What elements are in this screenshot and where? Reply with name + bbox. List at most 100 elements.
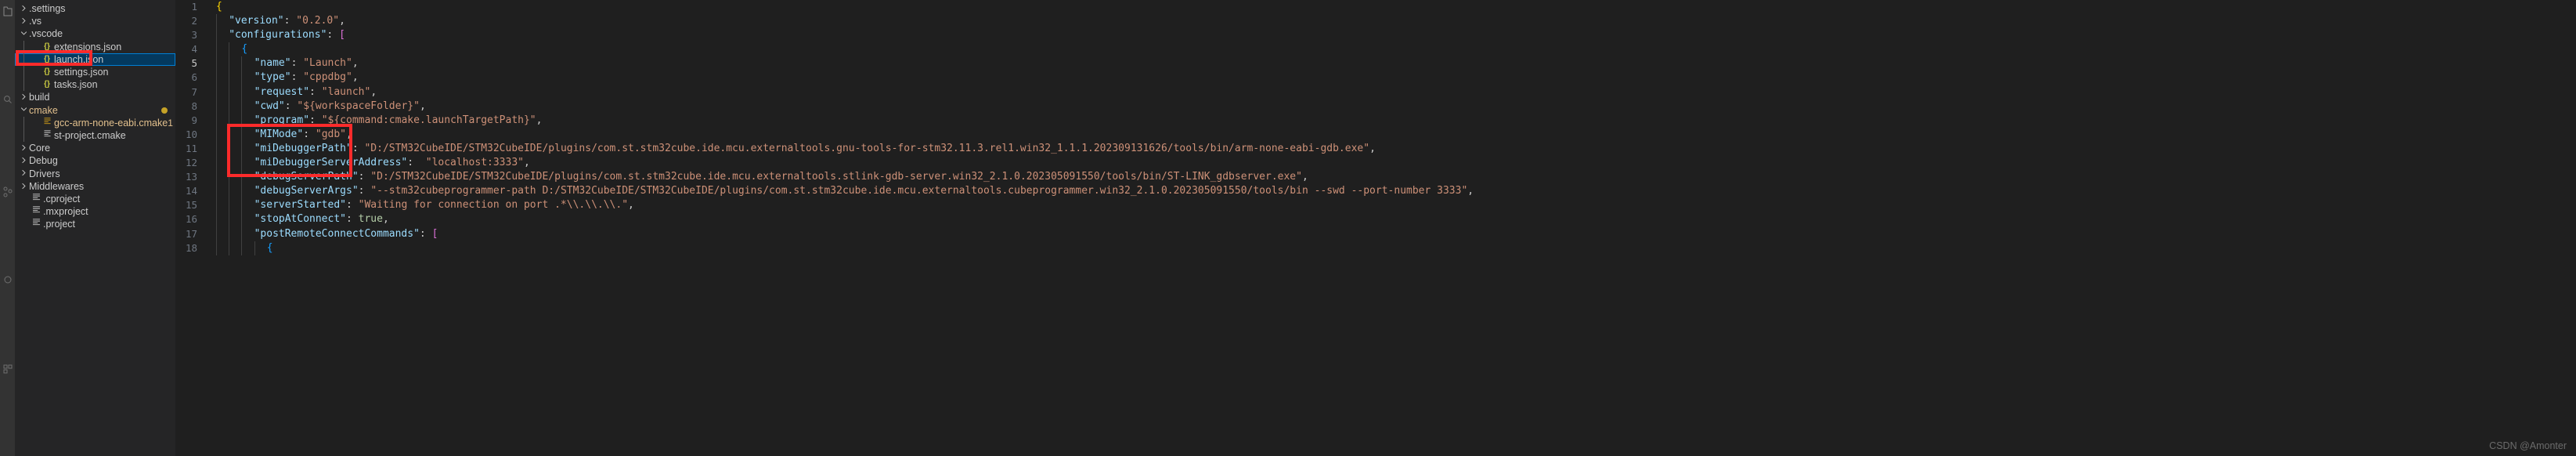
code-line-text[interactable]: "configurations": [ [210,28,2576,43]
code-tokens: "miDebuggerServerAddress": "localhost:33… [254,157,530,168]
code-line-text[interactable]: "miDebuggerPath": "D:/STM32CubeIDE/STM32… [210,141,2576,157]
code-line[interactable]: 10 "MIMode": "gdb", [175,127,2576,142]
chevron-right-icon[interactable] [18,154,29,167]
tree-item-extensions-json[interactable]: {} extensions.json [15,41,175,53]
code-line-text[interactable]: "debugServerArgs": "--stm32cubeprogramme… [210,184,2576,199]
code-token-punc: , [523,157,530,169]
code-line[interactable]: 14 "debugServerArgs": "--stm32cubeprogram… [175,184,2576,199]
indent-guide [216,156,217,171]
code-line-text[interactable]: "cwd": "${workspaceFolder}", [210,99,2576,114]
indent-guide [241,113,243,128]
code-token-str: "Launch" [303,57,352,70]
code-tokens: "type": "cppdbg", [254,71,359,83]
run-debug-icon[interactable] [3,274,13,285]
code-line[interactable]: 13 "debugServerPath": "D:/STM32CubeIDE/ST… [175,170,2576,185]
code-line[interactable]: 7 "request": "launch", [175,85,2576,100]
chevron-right-icon[interactable] [18,142,29,154]
code-content[interactable]: 1{2 "version": "0.2.0", 3 "configurations":… [175,0,2576,456]
code-tokens: { [241,43,247,55]
indent-guide [216,226,217,241]
code-line[interactable]: 11 "miDebuggerPath": "D:/STM32CubeIDE/STM… [175,141,2576,157]
tree-item-label: settings.json [54,67,109,78]
file-icon [29,218,43,230]
chevron-right-icon[interactable] [18,15,29,27]
explorer-sidebar[interactable]: .settings .vs .vscode {} extensions.json {} la… [15,0,175,456]
indent-guide [241,99,243,114]
tree-item-st-project-cmake[interactable]: st-project.cmake [15,129,175,142]
tree-item-cproject[interactable]: .cproject [15,193,175,205]
code-token-punc: : [352,142,365,154]
code-line[interactable]: 1{ [175,0,2576,14]
chevron-down-icon[interactable] [18,27,29,40]
tree-item-mxproject[interactable]: .mxproject [15,205,175,218]
code-line[interactable]: 3 "configurations": [ [175,28,2576,43]
code-line[interactable]: 6 "type": "cppdbg", [175,71,2576,85]
code-line-text[interactable]: "request": "launch", [210,85,2576,100]
explorer-icon[interactable] [3,6,13,17]
cmake-file-icon [40,129,54,142]
search-icon[interactable] [3,94,13,105]
chevron-down-icon[interactable] [18,104,29,117]
tree-item-launch-json[interactable]: {} launch.json [15,52,175,66]
code-line[interactable]: 18 { [175,241,2576,255]
tree-item-build[interactable]: build [15,91,175,103]
code-line[interactable]: 5 "name": "Launch", [175,56,2576,71]
code-line-text[interactable]: "program": "${command:cmake.launchTarget… [210,113,2576,128]
chevron-right-icon[interactable] [18,2,29,15]
code-tokens: "version": "0.2.0", [229,15,345,27]
code-line-text[interactable]: "MIMode": "gdb", [210,127,2576,142]
tree-item-project[interactable]: .project [15,218,175,230]
code-line[interactable]: 15 "serverStarted": "Waiting for connecti… [175,198,2576,213]
tree-item-drivers[interactable]: Drivers [15,168,175,180]
code-line-text[interactable]: "stopAtConnect": true, [210,212,2576,227]
code-line[interactable]: 9 "program": "${command:cmake.launchTarge… [175,113,2576,128]
tree-item-label: gcc-arm-none-eabi.cmake [54,117,168,128]
indent-guide [216,212,217,227]
tree-item-gcc-arm-none-eabi-cmake[interactable]: gcc-arm-none-eabi.cmake 1 [15,117,175,129]
code-token-str: "0.2.0" [296,15,340,27]
tree-item-tasks-json[interactable]: {} tasks.json [15,78,175,91]
line-number: 8 [191,100,197,112]
tree-item-settings[interactable]: .settings [15,2,175,15]
code-line[interactable]: 8 "cwd": "${workspaceFolder}", [175,99,2576,114]
line-number: 14 [185,185,197,197]
tree-item-settings-json[interactable]: {} settings.json [15,66,175,78]
chevron-right-icon[interactable] [18,180,29,193]
tree-item-core[interactable]: Core [15,142,175,154]
activity-bar[interactable] [0,0,15,456]
tree-item-vscode[interactable]: .vscode [15,27,175,40]
json-file-icon: {} [44,80,50,89]
code-token-punc: , [339,15,345,27]
code-line-text[interactable]: "serverStarted": "Waiting for connection… [210,198,2576,213]
chevron-right-icon[interactable] [18,91,29,103]
chevron-right-icon[interactable] [18,168,29,180]
code-line-text[interactable]: "type": "cppdbg", [210,71,2576,85]
code-line[interactable]: 4{ [175,42,2576,57]
code-line[interactable]: 12 "miDebuggerServerAddress": "localhost:… [175,156,2576,171]
code-token-punc: : [419,227,432,240]
indent-guide [216,184,217,199]
extensions-icon[interactable] [3,364,13,375]
tree-item-middlewares[interactable]: Middlewares [15,180,175,193]
tree-item-cmake[interactable]: cmake [15,104,175,117]
code-token-punc: , [536,114,543,126]
code-line-text[interactable]: { [210,0,2576,14]
code-token-str: "D:/STM32CubeIDE/STM32CubeIDE/plugins/co… [364,142,1370,154]
code-tokens: "debugServerArgs": "--stm32cubeprogramme… [254,185,1474,197]
code-line-text[interactable]: "version": "0.2.0", [210,14,2576,29]
code-editor[interactable]: 1{2 "version": "0.2.0", 3 "configurations":… [175,0,2576,456]
tree-item-vs[interactable]: .vs [15,15,175,27]
code-line-text[interactable]: "debugServerPath": "D:/STM32CubeIDE/STM3… [210,170,2576,185]
code-line-text[interactable]: "miDebuggerServerAddress": "localhost:33… [210,156,2576,171]
code-line-text[interactable]: "name": "Launch", [210,56,2576,71]
code-tokens: "configurations": [ [229,29,345,41]
code-line[interactable]: 17 "postRemoteConnectCommands": [ [175,226,2576,241]
code-line[interactable]: 16 "stopAtConnect": true, [175,212,2576,227]
code-token-key: "serverStarted" [254,199,346,212]
source-control-icon[interactable] [3,186,13,197]
code-line[interactable]: 2 "version": "0.2.0", [175,14,2576,29]
code-line-text[interactable]: { [210,42,2576,57]
code-line-text[interactable]: { [210,241,2576,255]
tree-item-debug[interactable]: Debug [15,154,175,167]
code-line-text[interactable]: "postRemoteConnectCommands": [ [210,226,2576,241]
